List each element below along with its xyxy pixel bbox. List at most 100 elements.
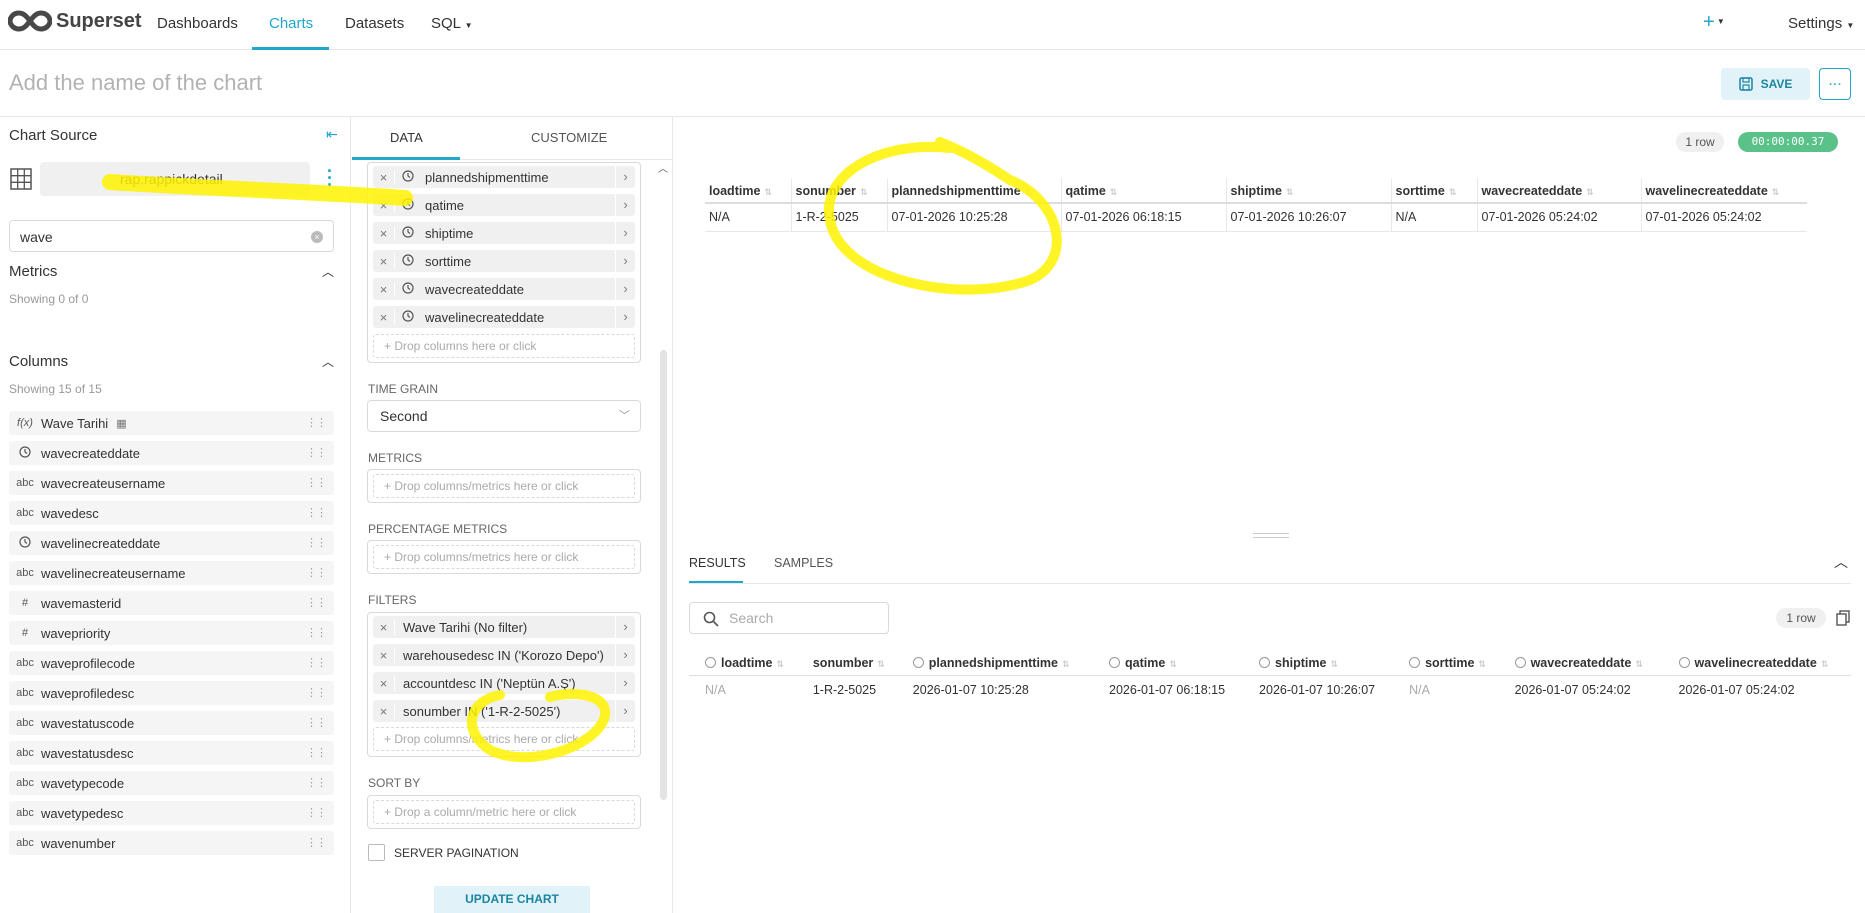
- drag-handle-icon[interactable]: ⋮⋮: [306, 596, 327, 610]
- nav-dashboards[interactable]: Dashboards: [157, 15, 238, 32]
- selected-column-pill[interactable]: × wavecreateddate ›: [373, 278, 635, 300]
- chevron-up-icon[interactable]: ︿: [322, 353, 334, 370]
- tab-samples[interactable]: SAMPLES: [774, 556, 833, 570]
- nav-charts[interactable]: Charts: [269, 15, 313, 32]
- time-grain-select[interactable]: Second ﹀: [367, 400, 641, 432]
- remove-icon[interactable]: ×: [373, 281, 395, 297]
- drag-handle-icon[interactable]: ⋮⋮: [306, 716, 327, 730]
- column-settings-icon[interactable]: [912, 656, 924, 668]
- drag-handle-icon[interactable]: ⋮⋮: [306, 686, 327, 700]
- column-settings-icon[interactable]: [1109, 656, 1121, 668]
- tab-data[interactable]: DATA: [390, 130, 423, 145]
- column-search-input[interactable]: [9, 220, 334, 252]
- column-header[interactable]: loadtime ⇅: [705, 179, 791, 204]
- chevron-right-icon[interactable]: ›: [615, 250, 635, 272]
- chevron-right-icon[interactable]: ›: [615, 700, 635, 722]
- column-item[interactable]: f(x) Wave Tarihi ▦ ⋮⋮: [9, 411, 334, 435]
- drag-handle-icon[interactable]: ⋮⋮: [306, 656, 327, 670]
- column-item[interactable]: abc wavenumber ⋮⋮: [9, 831, 334, 855]
- pane-resize-handle[interactable]: [1253, 533, 1289, 538]
- column-item[interactable]: abc waveprofilecode ⋮⋮: [9, 651, 334, 675]
- results-search-input[interactable]: [689, 602, 889, 634]
- control-panel-scrollbar[interactable]: [660, 350, 667, 800]
- column-header[interactable]: plannedshipmenttime ⇅: [886, 179, 1061, 204]
- column-header[interactable]: wavecreateddate ⇅: [1476, 179, 1641, 204]
- column-header[interactable]: qatime ⇅: [1060, 179, 1226, 204]
- save-button[interactable]: SAVE: [1721, 68, 1810, 100]
- tab-results[interactable]: RESULTS: [689, 556, 746, 570]
- remove-icon[interactable]: ×: [373, 309, 395, 325]
- selected-column-pill[interactable]: × sorttime ›: [373, 250, 635, 272]
- drag-handle-icon[interactable]: ⋮⋮: [306, 446, 327, 460]
- pct-metrics-drop-target[interactable]: + Drop columns/metrics here or click: [373, 545, 635, 569]
- nav-datasets[interactable]: Datasets: [345, 15, 404, 32]
- metrics-drop-target[interactable]: + Drop columns/metrics here or click: [373, 474, 635, 498]
- tab-customize[interactable]: CUSTOMIZE: [531, 130, 607, 145]
- chevron-right-icon[interactable]: ›: [615, 194, 635, 216]
- selected-column-pill[interactable]: × qatime ›: [373, 194, 635, 216]
- collapse-panel-icon[interactable]: ⇤: [326, 126, 338, 143]
- add-new-button[interactable]: + ▼: [1703, 11, 1725, 34]
- remove-icon[interactable]: ×: [373, 225, 395, 241]
- drag-handle-icon[interactable]: ⋮⋮: [306, 776, 327, 790]
- chevron-up-icon[interactable]: ︿: [1834, 552, 1848, 572]
- column-header[interactable]: sorttime ⇅: [1390, 179, 1477, 204]
- remove-icon[interactable]: ×: [373, 197, 395, 213]
- remove-icon[interactable]: ×: [373, 675, 395, 691]
- chevron-right-icon[interactable]: ›: [615, 616, 635, 638]
- column-item[interactable]: # wavemasterid ⋮⋮: [9, 591, 334, 615]
- drag-handle-icon[interactable]: ⋮⋮: [306, 836, 327, 850]
- nav-sql[interactable]: SQL ▼: [431, 15, 473, 32]
- drag-handle-icon[interactable]: ⋮⋮: [306, 746, 327, 760]
- chevron-right-icon[interactable]: ›: [615, 166, 635, 188]
- superset-logo[interactable]: Superset: [8, 9, 142, 33]
- column-item[interactable]: wavelinecreateddate ⋮⋮: [9, 531, 334, 555]
- column-settings-icon[interactable]: [1514, 656, 1526, 668]
- sort-by-drop-target[interactable]: + Drop a column/metric here or click: [373, 800, 635, 824]
- remove-icon[interactable]: ×: [373, 647, 395, 663]
- column-header[interactable]: wavecreateddate ⇅: [1498, 651, 1663, 676]
- chevron-right-icon[interactable]: ›: [615, 644, 635, 666]
- remove-icon[interactable]: ×: [373, 619, 395, 635]
- chevron-up-icon[interactable]: ︿: [322, 263, 334, 280]
- chevron-right-icon[interactable]: ›: [615, 222, 635, 244]
- drag-handle-icon[interactable]: ⋮⋮: [306, 806, 327, 820]
- drag-handle-icon[interactable]: ⋮⋮: [306, 476, 327, 490]
- column-item[interactable]: abc wavetypedesc ⋮⋮: [9, 801, 334, 825]
- column-item[interactable]: abc wavetypecode ⋮⋮: [9, 771, 334, 795]
- clear-search-icon[interactable]: ×: [311, 231, 323, 243]
- settings-menu[interactable]: Settings ▼: [1788, 15, 1854, 32]
- column-item[interactable]: # wavepriority ⋮⋮: [9, 621, 334, 645]
- column-item[interactable]: abc wavedesc ⋮⋮: [9, 501, 334, 525]
- drag-handle-icon[interactable]: ⋮⋮: [306, 566, 327, 580]
- drag-handle-icon[interactable]: ⋮⋮: [306, 416, 327, 430]
- column-header[interactable]: shiptime ⇅: [1243, 651, 1394, 676]
- chevron-right-icon[interactable]: ›: [615, 278, 635, 300]
- column-item[interactable]: abc wavestatusdesc ⋮⋮: [9, 741, 334, 765]
- column-item[interactable]: wavecreateddate ⋮⋮: [9, 441, 334, 465]
- filter-pill[interactable]: × sonumber IN ('1-R-2-5025') ›: [373, 700, 635, 722]
- column-header[interactable]: sonumber ⇅: [790, 179, 887, 204]
- column-header[interactable]: plannedshipmenttime ⇅: [896, 651, 1094, 676]
- column-header[interactable]: loadtime ⇅: [689, 651, 797, 676]
- chevron-right-icon[interactable]: ›: [615, 306, 635, 328]
- column-header[interactable]: sorttime ⇅: [1393, 651, 1499, 676]
- selected-column-pill[interactable]: × plannedshipmenttime ›: [373, 166, 635, 188]
- filter-pill[interactable]: × accountdesc IN ('Neptün A.Ş') ›: [373, 672, 635, 694]
- drag-handle-icon[interactable]: ⋮⋮: [306, 506, 327, 520]
- more-actions-button[interactable]: ...: [1819, 68, 1851, 100]
- column-header[interactable]: shiptime ⇅: [1225, 179, 1391, 204]
- columns-drop-target[interactable]: + Drop columns here or click: [373, 334, 635, 358]
- filter-pill[interactable]: × warehousedesc IN ('Korozo Depo') ›: [373, 644, 635, 666]
- column-settings-icon[interactable]: [1409, 656, 1421, 668]
- drag-handle-icon[interactable]: ⋮⋮: [306, 626, 327, 640]
- chart-name-input[interactable]: Add the name of the chart: [9, 70, 262, 96]
- filters-drop-target[interactable]: + Drop columns/metrics here or click: [373, 727, 635, 751]
- chevron-right-icon[interactable]: ›: [615, 672, 635, 694]
- server-pagination-checkbox[interactable]: [368, 844, 385, 861]
- column-header[interactable]: wavelinecreateddate ⇅: [1640, 179, 1807, 204]
- remove-icon[interactable]: ×: [373, 703, 395, 719]
- remove-icon[interactable]: ×: [373, 253, 395, 269]
- column-header[interactable]: wavelinecreateddate ⇅: [1662, 651, 1851, 676]
- remove-icon[interactable]: ×: [373, 169, 395, 185]
